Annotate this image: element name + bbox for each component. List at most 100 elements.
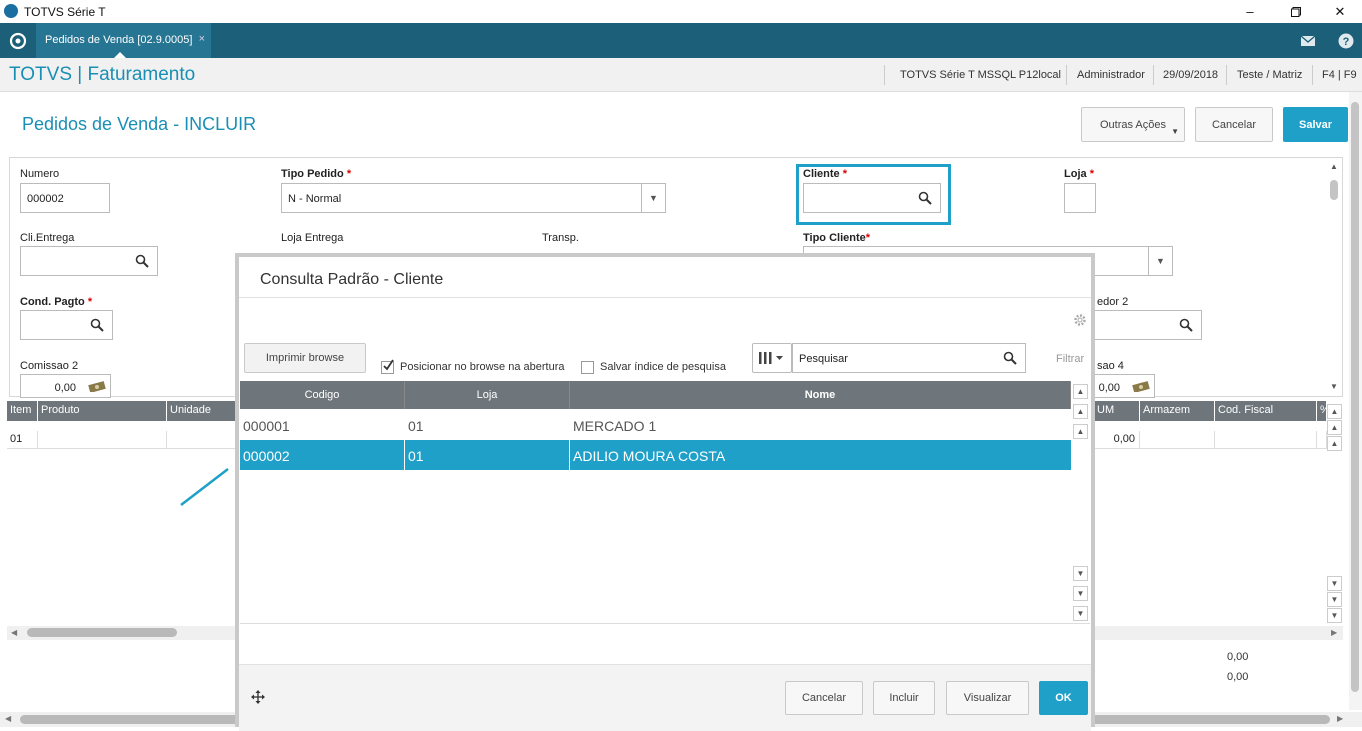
grid-header-percent[interactable]: %: [1317, 401, 1330, 421]
table-down-icon[interactable]: ▼: [1073, 566, 1088, 581]
grid-header-cod-fiscal[interactable]: Cod. Fiscal: [1215, 401, 1317, 421]
table-row[interactable]: 000001 01 MERCADO 1: [240, 410, 1071, 440]
grid-cell-cod-fiscal[interactable]: [1215, 431, 1317, 449]
position-checkbox[interactable]: [381, 359, 394, 374]
tab-pedidos-de-venda[interactable]: Pedidos de Venda [02.9.0005] ×: [36, 23, 211, 58]
grid-pageup-icon[interactable]: ▲: [1327, 420, 1342, 435]
search-icon[interactable]: [1179, 318, 1193, 332]
date-info[interactable]: 29/09/2018: [1163, 69, 1218, 81]
chevron-down-icon[interactable]: ▼: [641, 184, 665, 212]
grid-cell-unidade[interactable]: [167, 431, 237, 449]
tipo-cliente-label: Tipo Cliente*: [803, 232, 871, 244]
position-checkbox-label[interactable]: Posicionar no browse na abertura: [400, 361, 564, 373]
tab-close-icon[interactable]: ×: [199, 33, 205, 45]
scroll-left-icon[interactable]: ◀: [11, 628, 17, 637]
grid-up-icon[interactable]: ▲: [1327, 436, 1342, 451]
help-icon[interactable]: ?: [1328, 23, 1362, 58]
grid-cell-produto[interactable]: [38, 431, 167, 449]
column-header-codigo[interactable]: Codigo: [240, 381, 405, 409]
grid-hscrollbar-thumb[interactable]: [27, 628, 177, 637]
cli-entrega-field[interactable]: [20, 246, 158, 276]
other-actions-label: Outras Ações: [1099, 118, 1167, 131]
filter-button[interactable]: Filtrar: [1056, 353, 1084, 365]
search-icon[interactable]: [1003, 351, 1017, 365]
dialog-ok-button[interactable]: OK: [1039, 681, 1088, 715]
grid-last-icon[interactable]: ▼: [1327, 608, 1342, 623]
grid-header-um[interactable]: UM: [1094, 401, 1140, 421]
columns-selector[interactable]: [752, 343, 792, 373]
form-scrollbar-thumb[interactable]: [1330, 180, 1338, 200]
comissao2-field[interactable]: 0,00: [20, 374, 111, 398]
save-index-checkbox[interactable]: [581, 361, 594, 374]
print-browse-button[interactable]: Imprimir browse: [244, 343, 366, 373]
mail-icon[interactable]: [1290, 23, 1326, 58]
save-index-checkbox-label[interactable]: Salvar índice de pesquisa: [600, 361, 726, 373]
chevron-down-icon[interactable]: ▼: [1148, 247, 1172, 275]
search-input-text: Pesquisar: [799, 353, 848, 365]
dialog-include-button[interactable]: Incluir: [873, 681, 935, 715]
scroll-right-icon[interactable]: ▶: [1331, 628, 1337, 637]
grid-first-icon[interactable]: ▲: [1327, 404, 1342, 419]
table-up-icon[interactable]: ▲: [1073, 424, 1088, 439]
grid-header-armazem[interactable]: Armazem: [1140, 401, 1215, 421]
page-scrollbar-thumb[interactable]: [1351, 102, 1359, 692]
form-scrollbar[interactable]: ▲ ▼: [1326, 160, 1342, 396]
maximize-icon[interactable]: [1273, 0, 1319, 23]
vendedor2-field[interactable]: [1092, 310, 1202, 340]
grid-down-icon[interactable]: ▼: [1327, 576, 1342, 591]
money-icon[interactable]: [88, 380, 106, 392]
dialog-cancel-button[interactable]: Cancelar: [785, 681, 863, 715]
loja-entrega-label: Loja Entrega: [281, 232, 344, 244]
money-icon[interactable]: [1132, 380, 1150, 392]
search-icon[interactable]: [135, 254, 149, 268]
cell-loja: 01: [408, 418, 424, 434]
scroll-right-icon[interactable]: ▶: [1337, 714, 1343, 723]
grid-header-unidade[interactable]: Unidade: [167, 401, 237, 421]
minimize-icon[interactable]: –: [1227, 0, 1273, 23]
cliente-field[interactable]: [803, 183, 941, 213]
table-row-selected[interactable]: 000002 01 ADILIO MOURA COSTA: [240, 440, 1071, 470]
settings-gear-icon[interactable]: [1073, 313, 1087, 327]
divider: [884, 65, 885, 85]
numero-field[interactable]: 000002: [20, 183, 110, 213]
user-info[interactable]: Administrador: [1077, 69, 1145, 81]
cancel-button[interactable]: Cancelar: [1195, 107, 1273, 142]
table-pagedown-icon[interactable]: ▼: [1073, 586, 1088, 601]
comissao2-label: Comissao 2: [20, 360, 79, 372]
grid-cell-um[interactable]: 0,00: [1094, 431, 1140, 449]
divider: [1153, 65, 1154, 85]
grid-header-produto[interactable]: Produto: [38, 401, 167, 421]
search-icon[interactable]: [918, 191, 932, 205]
page-scrollbar[interactable]: [1349, 92, 1362, 710]
move-icon[interactable]: [251, 690, 265, 704]
close-icon[interactable]: ✕: [1317, 0, 1362, 23]
tipo-pedido-select[interactable]: N - Normal ▼: [281, 183, 666, 213]
grid-cell-percent[interactable]: [1317, 431, 1327, 449]
table-pageup-icon[interactable]: ▲: [1073, 404, 1088, 419]
grid-cell-item[interactable]: 01: [7, 431, 38, 449]
search-input[interactable]: Pesquisar: [792, 343, 1026, 373]
chevron-down-icon: ▼: [1171, 127, 1179, 136]
grid-cell-armazem[interactable]: [1140, 431, 1215, 449]
table-last-icon[interactable]: ▼: [1073, 606, 1088, 621]
app-header: TOTVS | Faturamento TOTVS Série T MSSQL …: [0, 58, 1362, 92]
scroll-up-icon[interactable]: ▲: [1330, 162, 1338, 171]
dialog-view-button[interactable]: Visualizar: [946, 681, 1029, 715]
other-actions-button[interactable]: Outras Ações ▼: [1081, 107, 1185, 142]
loja-field[interactable]: [1064, 183, 1096, 213]
save-button[interactable]: Salvar: [1283, 107, 1348, 142]
column-header-nome[interactable]: Nome: [570, 381, 1071, 409]
grid-pagedown-icon[interactable]: ▼: [1327, 592, 1342, 607]
grid-header-item[interactable]: Item: [7, 401, 38, 421]
comissao4-field[interactable]: 0,00: [1092, 374, 1155, 398]
home-icon[interactable]: [0, 23, 36, 58]
table-first-icon[interactable]: ▲: [1073, 384, 1088, 399]
cond-pagto-field[interactable]: [20, 310, 113, 340]
column-header-loja[interactable]: Loja: [405, 381, 570, 409]
shortcuts-info[interactable]: F4 | F9: [1322, 69, 1357, 81]
branch-info[interactable]: Teste / Matriz: [1237, 69, 1302, 81]
scroll-left-icon[interactable]: ◀: [5, 714, 11, 723]
search-icon[interactable]: [90, 318, 104, 332]
environment-info: TOTVS Série T MSSQL P12local: [900, 69, 1061, 81]
scroll-down-icon[interactable]: ▼: [1330, 382, 1338, 391]
